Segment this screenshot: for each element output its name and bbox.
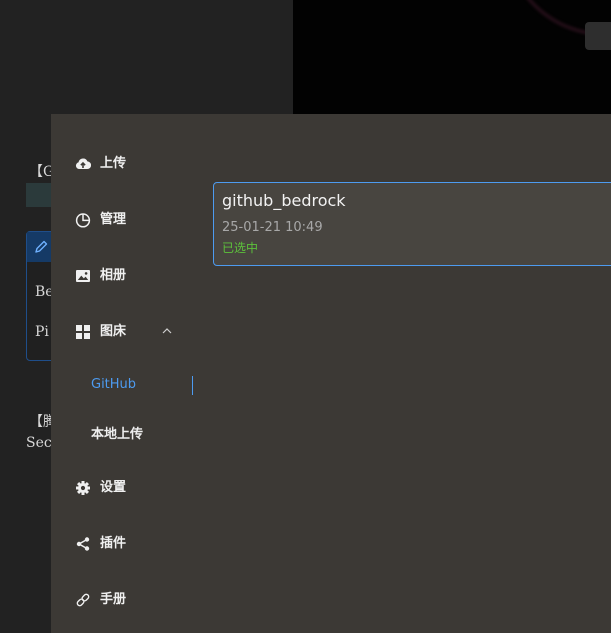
background-bar [26,183,51,207]
sidebar-item-gallery[interactable]: 相册 [51,256,201,296]
sidebar-item-label: 插件 [100,536,127,551]
submenu-item-github[interactable]: GitHub [51,368,201,402]
submenu-item-local-upload[interactable]: 本地上传 [51,418,201,452]
chevron-up-icon [162,328,172,334]
gear-icon [76,481,90,495]
config-timestamp: 25-01-21 10:49 [222,220,323,235]
share-icon [76,537,90,551]
app-window: 【G Be Pi 【腾 Secr 上传 管理 相册 图床 GitHub 本地上传… [0,0,611,633]
sidebar-item-upload[interactable]: 上传 [51,144,201,184]
pie-chart-icon [75,213,91,228]
picture-icon [76,270,90,282]
link-icon [76,593,90,607]
picgo-panel: 上传 管理 相册 图床 GitHub 本地上传 设置 插件 手册 github_… [51,114,611,633]
sidebar-item-manual[interactable]: 手册 [51,580,201,620]
sidebar-item-label: 上传 [100,156,127,171]
sidebar-item-picbed[interactable]: 图床 [51,312,201,352]
sidebar-item-label: 设置 [100,480,127,495]
sidebar-item-label: 相册 [100,268,127,283]
sidebar-item-manage[interactable]: 管理 [51,200,201,240]
background-text: Pi [35,324,49,340]
submenu-item-label: 本地上传 [91,427,144,442]
submenu-item-label: GitHub [91,377,137,392]
config-card[interactable]: github_bedrock 25-01-21 10:49 已选中 [213,182,611,266]
sidebar-item-label: 图床 [100,324,127,339]
active-indicator [192,376,193,395]
background-chip [585,22,611,50]
config-name: github_bedrock [222,191,346,210]
sidebar-item-label: 管理 [100,212,127,227]
pencil-icon [35,240,48,253]
grid-icon [76,325,90,339]
sidebar-item-settings[interactable]: 设置 [51,468,201,508]
sidebar-item-label: 手册 [100,592,127,607]
cloud-upload-icon [75,158,91,170]
config-selected-status: 已选中 [222,241,259,255]
background-preview [293,0,611,114]
sidebar-item-plugins[interactable]: 插件 [51,524,201,564]
